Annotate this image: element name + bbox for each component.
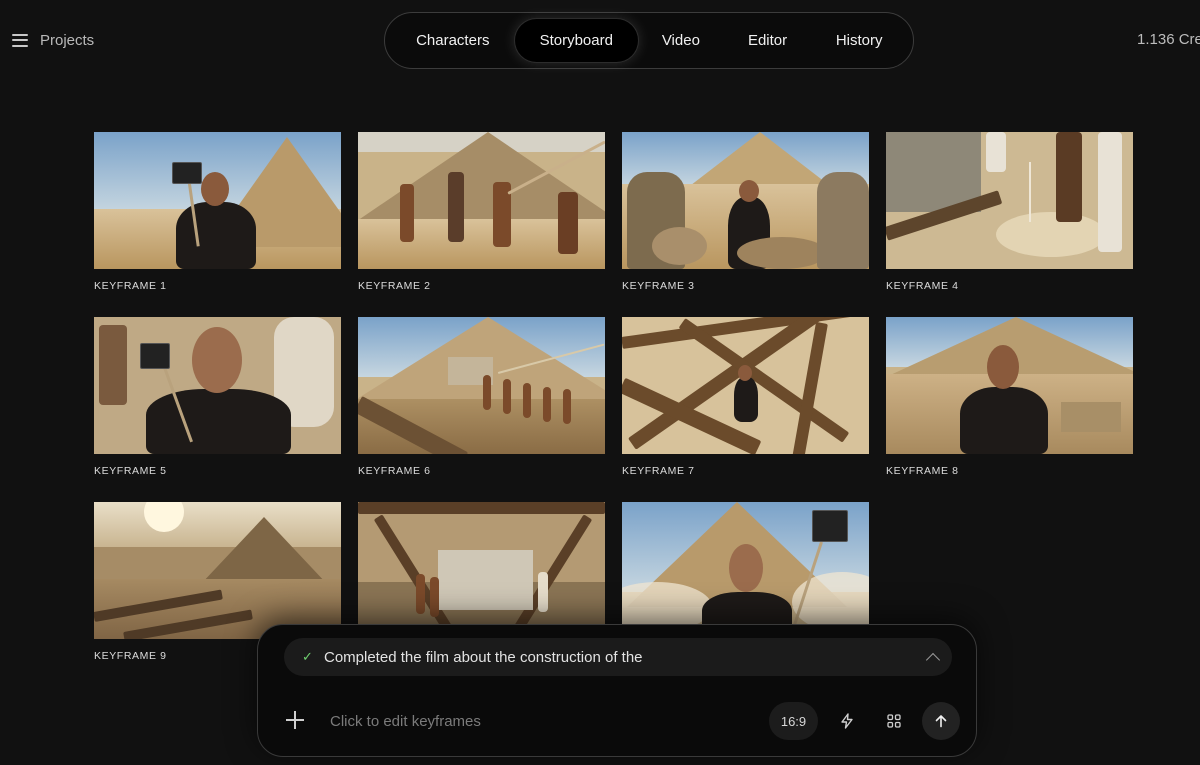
tab-history[interactable]: History: [811, 19, 907, 62]
tab-video[interactable]: Video: [638, 19, 724, 62]
projects-label: Projects: [40, 31, 95, 49]
keyframe-grid: KEYFRAME 1 KEYFRAME 2 KEYFRAME 3 KEYFRAM…: [94, 132, 1133, 662]
keyframe-card[interactable]: KEYFRAME 7: [622, 317, 869, 477]
keyframe-label: KEYFRAME 1: [94, 280, 167, 292]
keyframe-label: KEYFRAME 6: [358, 465, 431, 477]
keyframe-label: KEYFRAME 5: [94, 465, 167, 477]
keyframe-label: KEYFRAME 2: [358, 280, 431, 292]
keyframe-thumbnail: [886, 317, 1133, 454]
keyframe-card[interactable]: KEYFRAME 5: [94, 317, 341, 477]
keyframe-card[interactable]: KEYFRAME 2: [358, 132, 605, 292]
keyframe-thumbnail: [358, 132, 605, 269]
grid-icon[interactable]: [880, 707, 908, 735]
keyframe-label: KEYFRAME 8: [886, 465, 959, 477]
aspect-ratio-button[interactable]: 16:9: [769, 702, 818, 740]
keyframe-thumbnail: [622, 317, 869, 454]
storyboard-app: Projects Characters Storyboard Video Edi…: [0, 0, 1200, 765]
keyframe-thumbnail: [94, 317, 341, 454]
tab-characters[interactable]: Characters: [391, 19, 515, 62]
main-nav-tabs: Characters Storyboard Video Editor Histo…: [384, 12, 914, 69]
keyframe-label: KEYFRAME 7: [622, 465, 695, 477]
keyframe-card[interactable]: KEYFRAME 6: [358, 317, 605, 477]
lightning-bolt-icon[interactable]: [833, 707, 861, 735]
keyframe-thumbnail: [622, 132, 869, 269]
keyframe-thumbnail: [622, 502, 869, 639]
arrow-up-icon: [935, 715, 947, 728]
keyframe-label: KEYFRAME 4: [886, 280, 959, 292]
keyframe-card[interactable]: KEYFRAME 4: [886, 132, 1133, 292]
keyframe-thumbnail: [94, 502, 341, 639]
plus-icon[interactable]: [284, 709, 306, 731]
check-icon: ✓: [302, 649, 313, 664]
keyframe-card[interactable]: KEYFRAME 8: [886, 317, 1133, 477]
keyframe-thumbnail: [358, 502, 605, 639]
hamburger-menu-icon: [12, 33, 28, 47]
prompt-panel: ✓ Completed the film about the construct…: [257, 624, 977, 757]
tab-editor[interactable]: Editor: [724, 19, 812, 62]
credits-balance: 1.136 Cre: [1137, 31, 1200, 48]
keyframe-card[interactable]: KEYFRAME 1: [94, 132, 341, 292]
projects-menu-button[interactable]: Projects: [12, 30, 94, 50]
keyframe-thumbnail: [94, 132, 341, 269]
status-message: Completed the film about the constructio…: [324, 648, 643, 666]
keyframe-card[interactable]: KEYFRAME 3: [622, 132, 869, 292]
keyframe-thumbnail: [358, 317, 605, 454]
send-button[interactable]: [922, 702, 960, 740]
generation-status-bar[interactable]: ✓ Completed the film about the construct…: [284, 638, 952, 676]
chevron-up-icon[interactable]: [925, 652, 941, 667]
keyframe-label: KEYFRAME 3: [622, 280, 695, 292]
tab-storyboard[interactable]: Storyboard: [514, 19, 639, 62]
keyframe-thumbnail: [886, 132, 1133, 269]
keyframe-edit-input[interactable]: [330, 709, 750, 733]
